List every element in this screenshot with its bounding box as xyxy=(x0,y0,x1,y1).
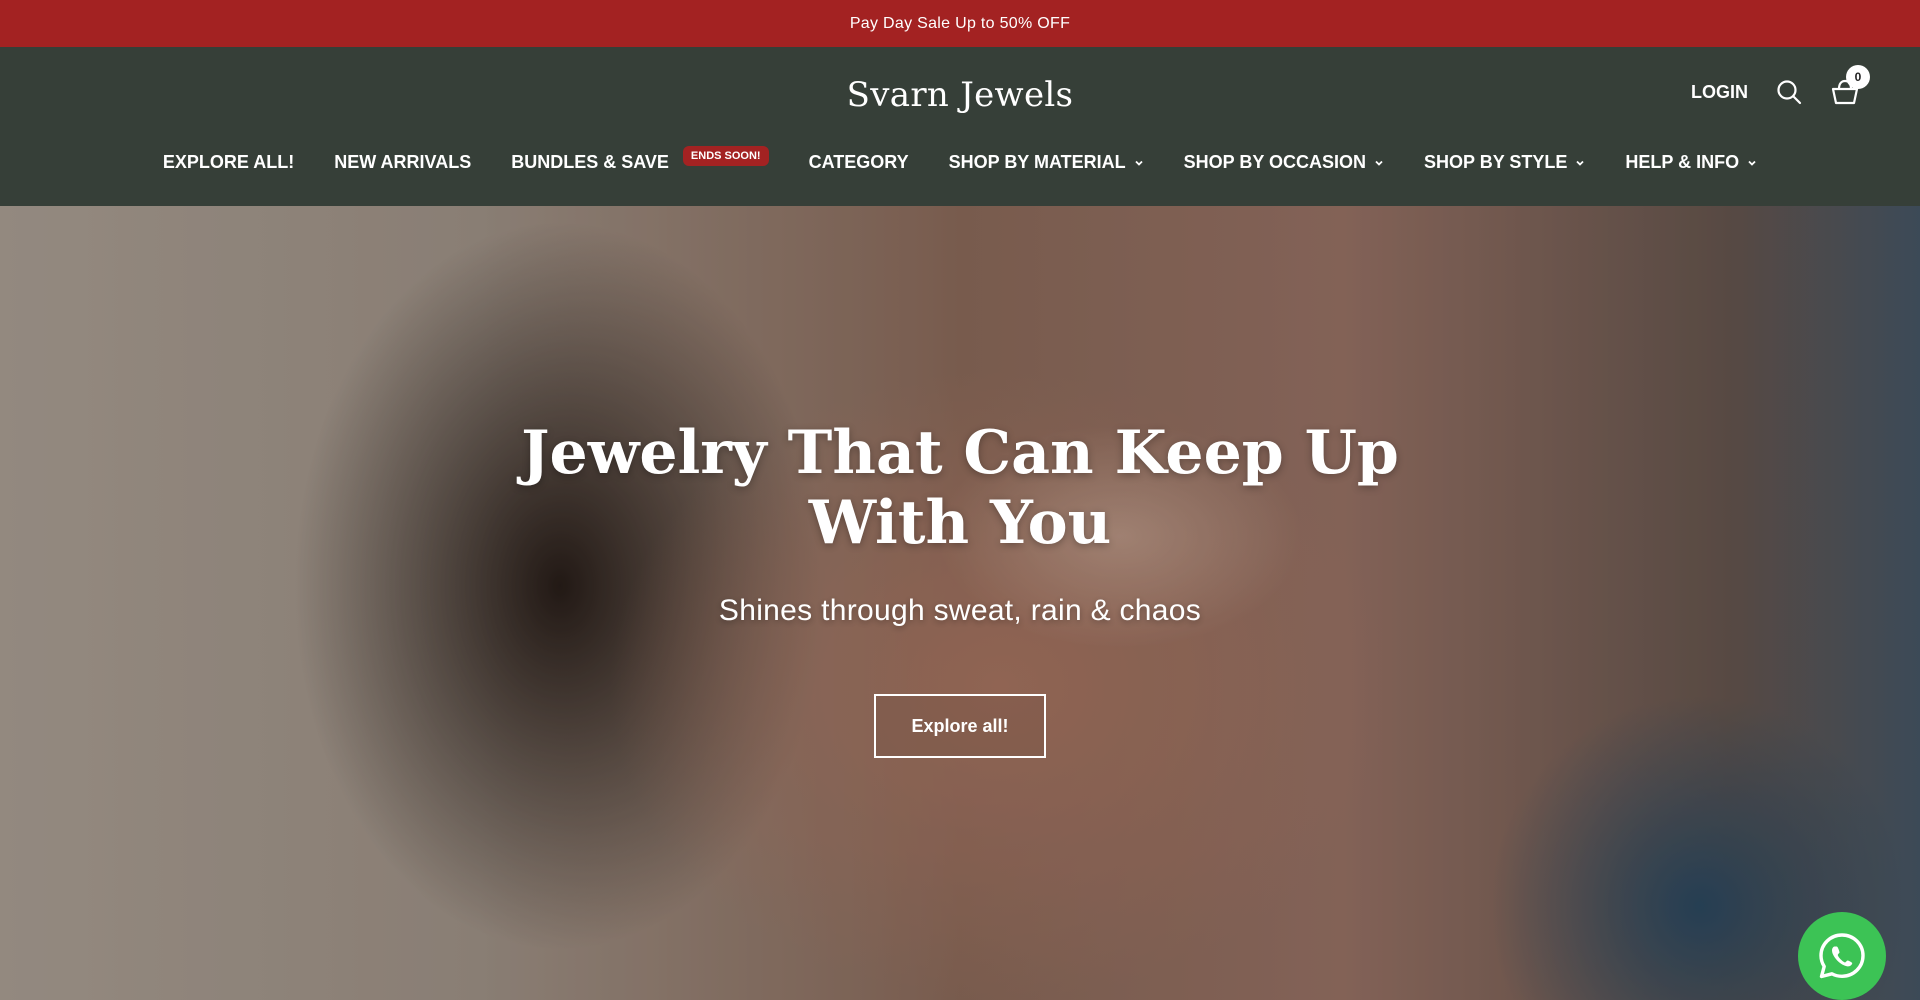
explore-all-button[interactable]: Explore all! xyxy=(874,694,1046,758)
announcement-bar: Pay Day Sale Up to 50% OFF xyxy=(0,0,1920,47)
nav-item-shop-by-material[interactable]: SHOP BY MATERIAL xyxy=(949,152,1144,173)
main-nav: EXPLORE ALL! NEW ARRIVALS BUNDLES & SAVE… xyxy=(0,145,1920,173)
chevron-down-icon xyxy=(1748,160,1756,166)
ends-soon-badge: ENDS SOON! xyxy=(682,145,769,166)
nav-item-help-info[interactable]: HELP & INFO xyxy=(1625,152,1757,173)
header-actions: LOGIN 0 xyxy=(1691,65,1870,107)
nav-item-shop-by-occasion[interactable]: SHOP BY OCCASION xyxy=(1184,152,1384,173)
announcement-text: Pay Day Sale Up to 50% OFF xyxy=(849,14,1071,32)
nav-item-new-arrivals[interactable]: NEW ARRIVALS xyxy=(334,152,471,173)
store-logo[interactable]: Svarn Jewels xyxy=(0,75,1920,115)
hero-subtitle: Shines through sweat, rain & chaos xyxy=(718,594,1202,627)
nav-item-label: CATEGORY xyxy=(808,152,909,172)
nav-item-shop-by-style[interactable]: SHOP BY STYLE xyxy=(1424,152,1585,173)
cart-icon[interactable]: 0 xyxy=(1830,65,1870,107)
hero-content: Jewelry That Can Keep Up With You Shines… xyxy=(0,418,1920,758)
chevron-down-icon xyxy=(1375,160,1383,166)
chevron-down-icon xyxy=(1135,160,1143,166)
search-icon[interactable] xyxy=(1774,77,1804,107)
nav-item-explore-all[interactable]: EXPLORE ALL! xyxy=(163,152,294,173)
nav-item-label: EXPLORE ALL! xyxy=(162,152,295,172)
nav-item-label: SHOP BY STYLE xyxy=(1424,152,1568,172)
nav-item-label: BUNDLES & SAVE xyxy=(511,152,669,172)
site-header: Svarn Jewels LOGIN 0 EXPLORE ALL! NEW AR… xyxy=(0,47,1920,206)
chevron-down-icon xyxy=(1576,160,1585,166)
nav-item-category[interactable]: CATEGORY xyxy=(809,152,909,173)
nav-item-label: NEW ARRIVALS xyxy=(334,152,472,172)
nav-item-bundles-save[interactable]: BUNDLES & SAVE ENDS SOON! xyxy=(511,145,769,173)
cart-count-badge: 0 xyxy=(1846,65,1870,89)
login-link[interactable]: LOGIN xyxy=(1691,82,1748,103)
whatsapp-icon[interactable] xyxy=(1798,912,1886,1000)
nav-item-label: SHOP BY MATERIAL xyxy=(948,152,1126,172)
nav-item-label: SHOP BY OCCASION xyxy=(1183,152,1367,172)
hero-banner: Jewelry That Can Keep Up With You Shines… xyxy=(0,206,1920,1000)
nav-item-label: HELP & INFO xyxy=(1625,152,1740,172)
hero-title: Jewelry That Can Keep Up With You xyxy=(521,418,1399,558)
